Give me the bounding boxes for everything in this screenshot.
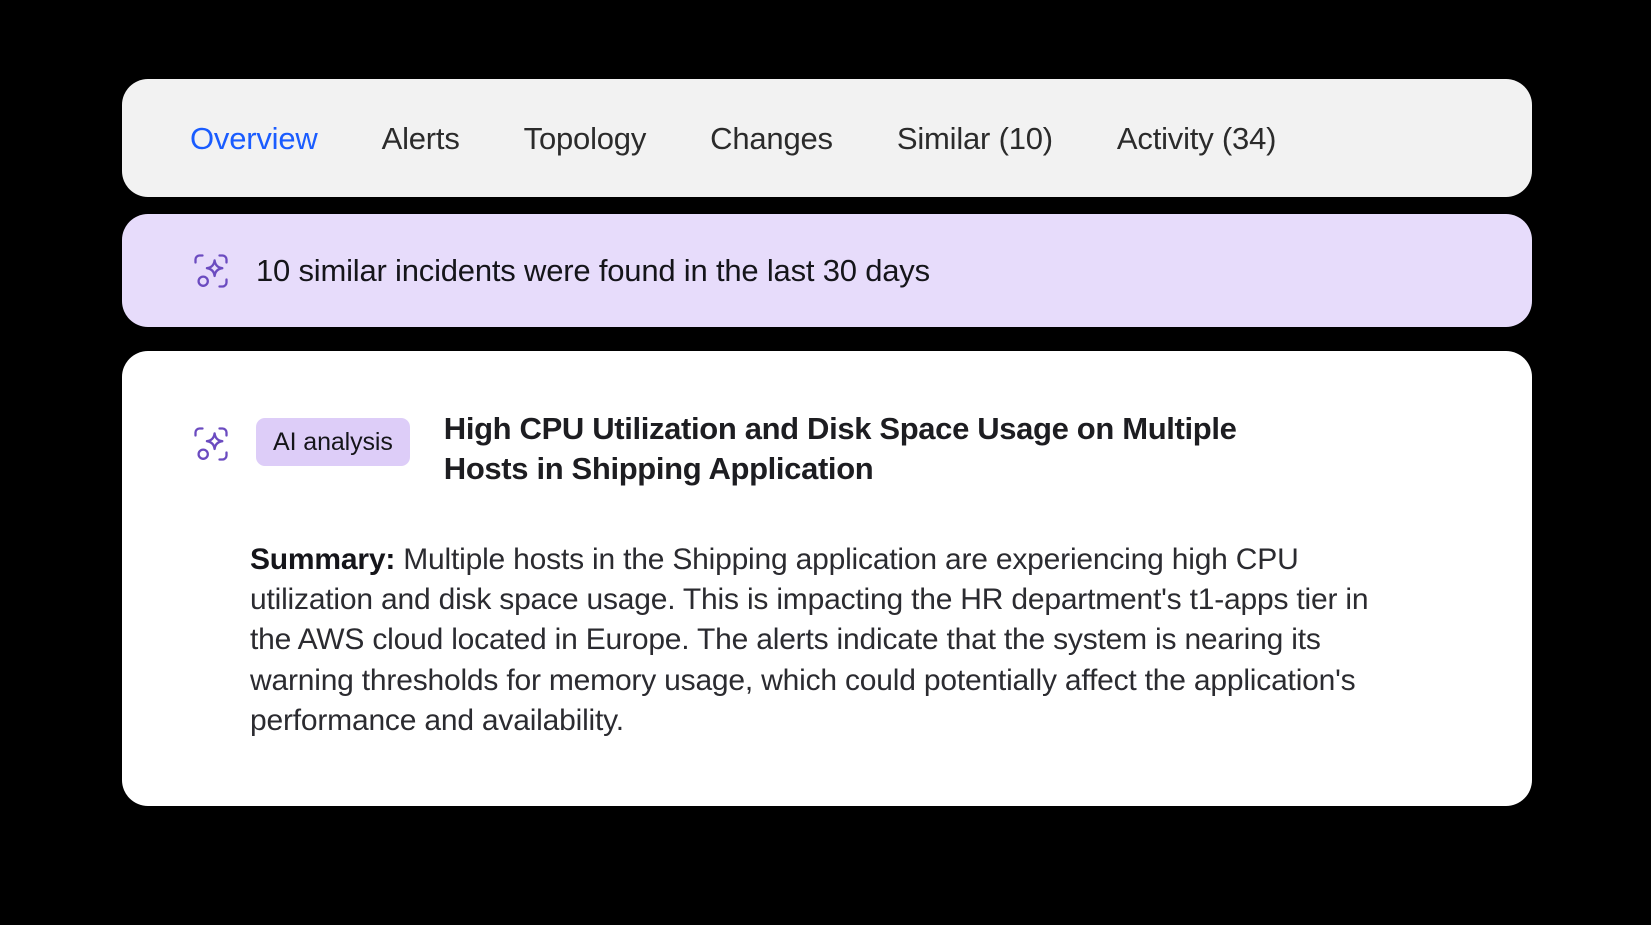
tab-overview[interactable]: Overview (190, 119, 318, 158)
tab-alerts[interactable]: Alerts (382, 119, 460, 158)
summary-body: Multiple hosts in the Shipping applicati… (250, 542, 1369, 737)
summary-label: Summary: (250, 542, 396, 576)
ai-analysis-header: AI analysis High CPU Utilization and Dis… (188, 409, 1468, 490)
tab-list: Overview Alerts Topology Changes Similar… (122, 119, 1276, 158)
ai-sparkle-icon (194, 427, 228, 461)
page-root: Overview Alerts Topology Changes Similar… (0, 0, 1651, 925)
incident-title: High CPU Utilization and Disk Space Usag… (443, 411, 1237, 487)
ai-analysis-badge: AI analysis (256, 418, 410, 466)
ai-analysis-card: AI analysis High CPU Utilization and Dis… (122, 351, 1532, 806)
tab-activity[interactable]: Activity (34) (1117, 119, 1277, 158)
tabs-card: Overview Alerts Topology Changes Similar… (122, 79, 1532, 197)
similar-incidents-banner[interactable]: 10 similar incidents were found in the l… (122, 214, 1532, 327)
tab-topology[interactable]: Topology (524, 119, 647, 158)
incident-summary: Summary: Multiple hosts in the Shipping … (250, 540, 1410, 742)
banner-text: 10 similar incidents were found in the l… (256, 252, 930, 288)
tab-changes[interactable]: Changes (710, 119, 833, 158)
tab-similar[interactable]: Similar (10) (897, 119, 1053, 158)
ai-sparkle-icon (194, 253, 228, 288)
